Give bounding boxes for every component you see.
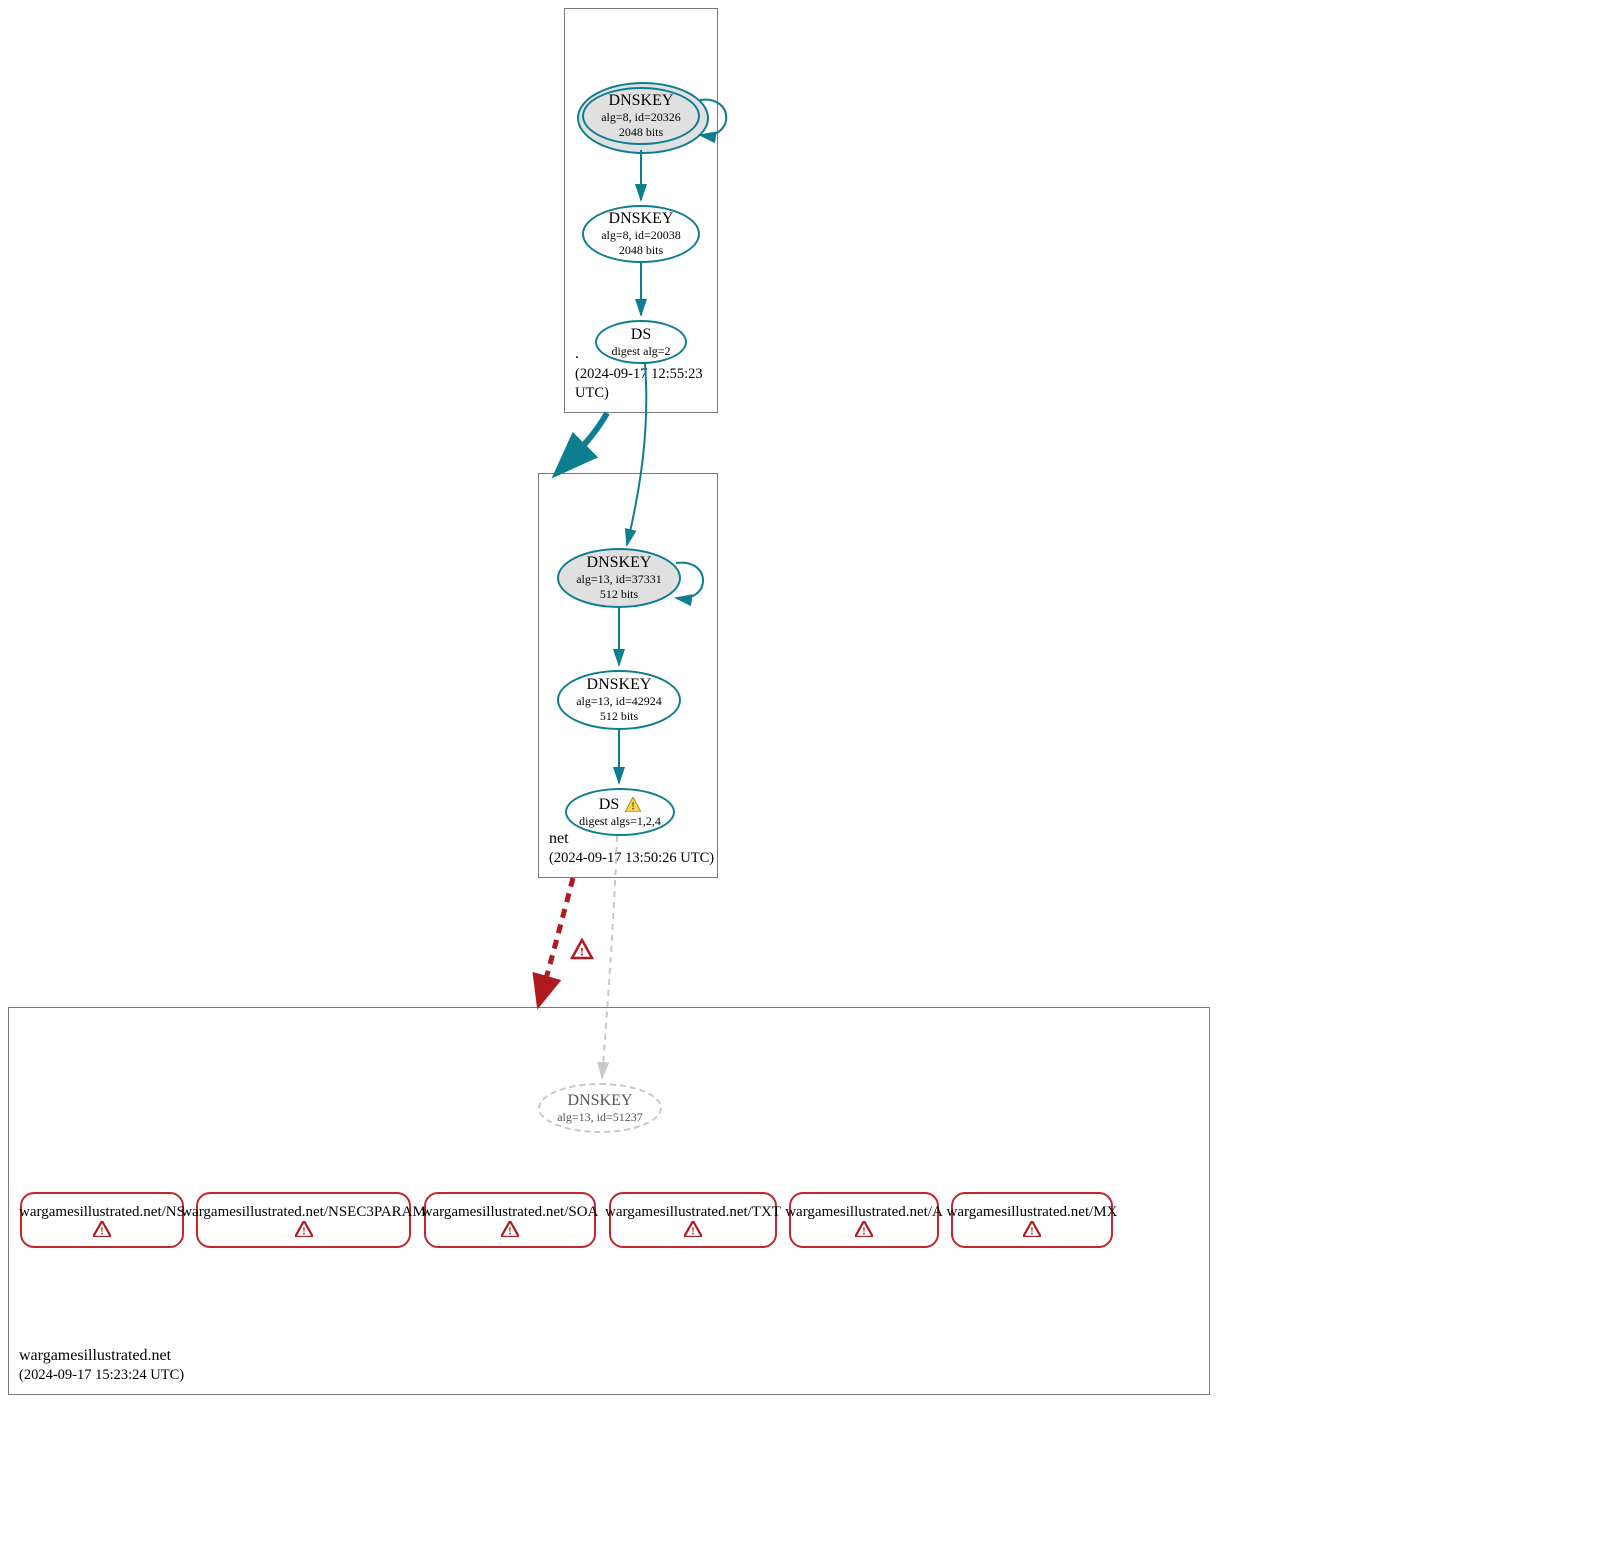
root-zsk-d1: alg=8, id=20038 bbox=[601, 228, 681, 243]
root-ds: DS digest alg=2 bbox=[595, 320, 687, 364]
error-icon: ! bbox=[93, 1221, 111, 1237]
rrset-mx: wargamesillustrated.net/MX ! bbox=[951, 1192, 1113, 1248]
error-icon: ! bbox=[684, 1221, 702, 1237]
net-zsk-d2: 512 bits bbox=[576, 709, 662, 724]
rrset-ns-label: wargamesillustrated.net/NS bbox=[19, 1204, 185, 1221]
svg-text:!: ! bbox=[508, 1225, 512, 1237]
rrset-ns: wargamesillustrated.net/NS ! bbox=[20, 1192, 184, 1248]
rrset-nsec3param: wargamesillustrated.net/NSEC3PARAM ! bbox=[196, 1192, 411, 1248]
root-ksk-title: DNSKEY bbox=[601, 92, 681, 110]
svg-text:!: ! bbox=[632, 802, 635, 813]
svg-text:!: ! bbox=[580, 945, 584, 959]
svg-text:!: ! bbox=[302, 1225, 306, 1237]
rrset-nsec3param-label: wargamesillustrated.net/NSEC3PARAM bbox=[181, 1204, 426, 1221]
root-ksk-d1: alg=8, id=20326 bbox=[601, 110, 681, 125]
net-ksk-title: DNSKEY bbox=[576, 554, 662, 572]
error-icon: ! bbox=[1023, 1221, 1041, 1237]
svg-text:!: ! bbox=[1030, 1225, 1034, 1237]
net-ds: DS ! digest algs=1,2,4 bbox=[565, 788, 675, 836]
root-zsk-title: DNSKEY bbox=[601, 210, 681, 228]
domain-dnskey-title: DNSKEY bbox=[557, 1092, 643, 1110]
domain-dnskey: DNSKEY alg=13, id=51237 bbox=[538, 1083, 662, 1133]
root-ds-d1: digest alg=2 bbox=[611, 344, 670, 359]
zone-domain-ts: (2024-09-17 15:23:24 UTC) bbox=[19, 1366, 184, 1386]
rrset-mx-label: wargamesillustrated.net/MX bbox=[947, 1204, 1118, 1221]
rrset-txt: wargamesillustrated.net/TXT ! bbox=[609, 1192, 777, 1248]
net-zsk: DNSKEY alg=13, id=42924 512 bits bbox=[557, 670, 681, 730]
net-ds-title: DS bbox=[599, 796, 619, 814]
zone-net-ts: (2024-09-17 13:50:26 UTC) bbox=[549, 849, 714, 869]
root-ksk-d2: 2048 bits bbox=[601, 125, 681, 140]
rrset-soa-label: wargamesillustrated.net/SOA bbox=[422, 1204, 599, 1221]
rrset-a: wargamesillustrated.net/A ! bbox=[789, 1192, 939, 1248]
rrset-txt-label: wargamesillustrated.net/TXT bbox=[605, 1204, 781, 1221]
net-ksk: DNSKEY alg=13, id=37331 512 bits bbox=[557, 548, 681, 608]
net-ksk-d2: 512 bits bbox=[576, 587, 662, 602]
error-icon: ! bbox=[501, 1221, 519, 1237]
net-zsk-d1: alg=13, id=42924 bbox=[576, 694, 662, 709]
zone-root-ts: (2024-09-17 12:55:23 UTC) bbox=[575, 365, 717, 404]
net-zsk-title: DNSKEY bbox=[576, 676, 662, 694]
rrset-soa: wargamesillustrated.net/SOA ! bbox=[424, 1192, 596, 1248]
rrset-a-label: wargamesillustrated.net/A bbox=[785, 1204, 943, 1221]
domain-dnskey-d1: alg=13, id=51237 bbox=[557, 1110, 643, 1125]
zone-domain-name: wargamesillustrated.net bbox=[19, 1345, 184, 1367]
root-zsk-d2: 2048 bits bbox=[601, 243, 681, 258]
svg-text:!: ! bbox=[100, 1225, 104, 1237]
root-ksk: DNSKEY alg=8, id=20326 2048 bits bbox=[582, 87, 700, 145]
error-icon: ! bbox=[855, 1221, 873, 1237]
svg-text:!: ! bbox=[862, 1225, 866, 1237]
net-ksk-d1: alg=13, id=37331 bbox=[576, 572, 662, 587]
net-ds-d1: digest algs=1,2,4 bbox=[579, 814, 661, 829]
warning-icon: ! bbox=[625, 797, 641, 812]
error-icon: ! bbox=[295, 1221, 313, 1237]
root-ds-title: DS bbox=[611, 326, 670, 344]
root-zsk: DNSKEY alg=8, id=20038 2048 bits bbox=[582, 205, 700, 263]
svg-text:!: ! bbox=[691, 1225, 695, 1237]
